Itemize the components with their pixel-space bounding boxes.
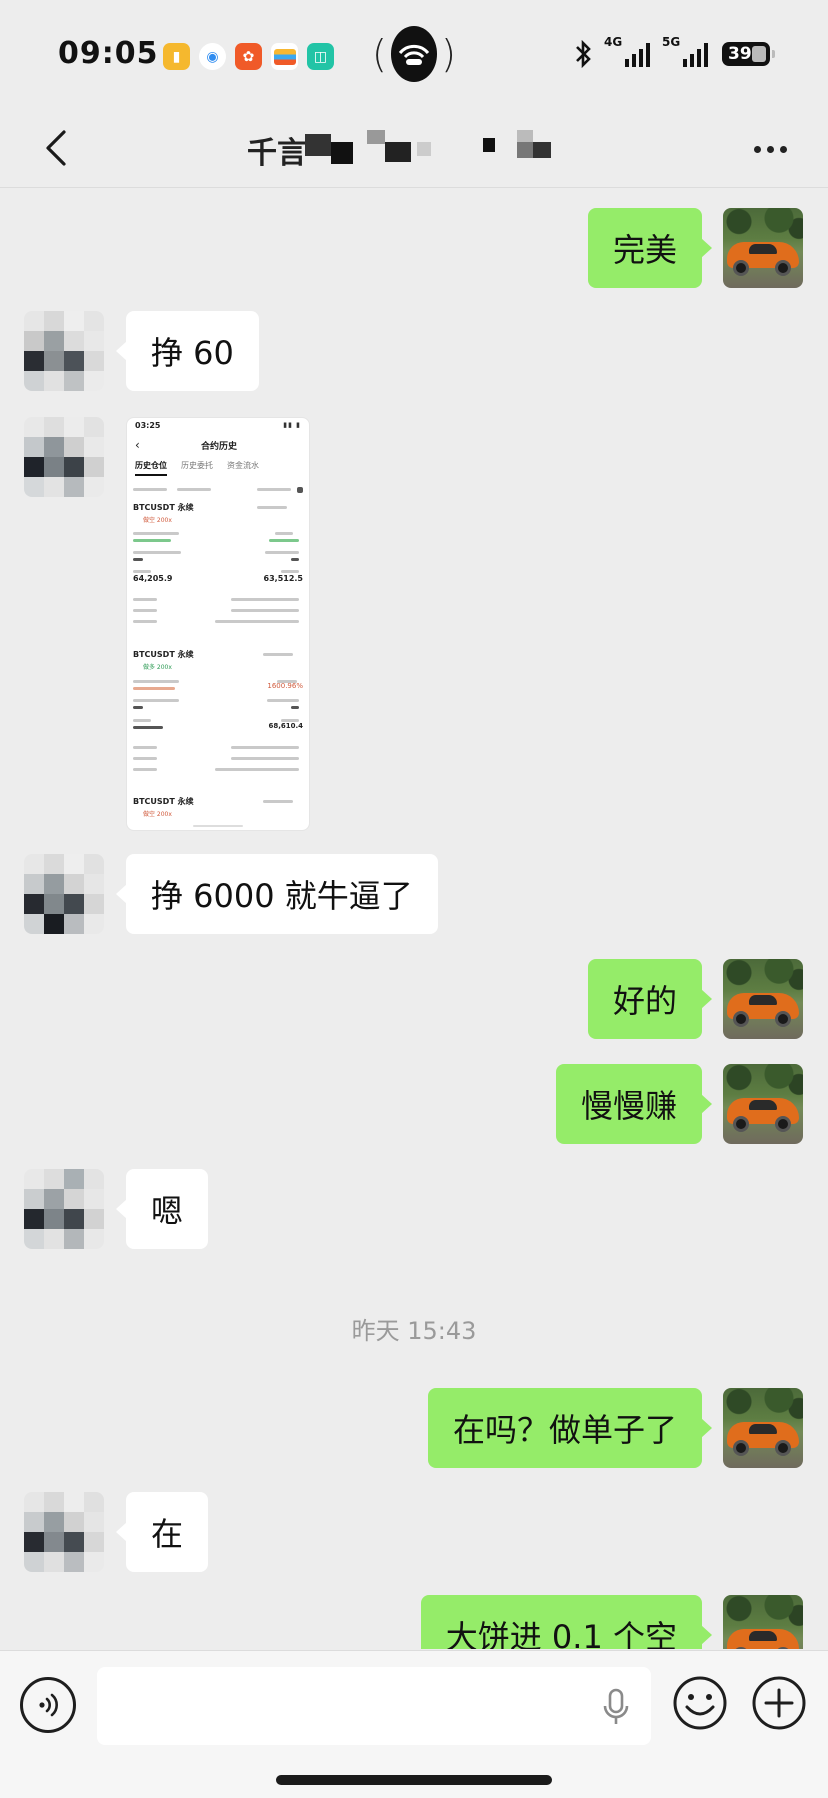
more-dots-icon [753,145,761,153]
message-bubble-other[interactable]: 在 [115,1492,209,1572]
message-row: 大饼进 0.1 个空 [0,1595,828,1649]
message-text: 在吗？做单子了 [452,1411,677,1449]
position-symbol: BTCUSDT 永续 [133,797,194,806]
message-bubble-other[interactable]: 嗯 [115,1169,209,1249]
contact-avatar[interactable] [24,417,104,497]
position-value: 68,610.4 [268,722,303,730]
screenshot-time: 03:25 [135,421,161,430]
message-text: 好的 [612,982,677,1020]
message-text: 完美 [612,231,677,269]
chat-header: 千言 [0,110,828,188]
notification-app-icons: ▮ ◉ ✿ ◫ [163,43,334,70]
message-input[interactable] [97,1667,651,1745]
message-bubble-other[interactable]: 挣 6000 就牛逼了 [116,854,438,934]
position-symbol: BTCUSDT 永续 [133,503,194,512]
contact-avatar[interactable] [24,1492,104,1572]
signal-5g-icon: 5G [662,35,708,67]
message-text: 挣 60 [151,334,234,372]
message-bubble-self[interactable]: 在吗？做单子了 [427,1388,713,1468]
message-text: 大饼进 0.1 个空 [445,1618,677,1649]
more-actions-button[interactable] [751,1675,807,1731]
self-avatar[interactable] [723,208,803,288]
status-bar: 09:05 ▮ ◉ ✿ ◫ ( ) 4G 5G 39 [0,0,828,110]
message-bubble-self[interactable]: 大饼进 0.1 个空 [420,1595,713,1649]
screenshot-tabs: 历史仓位 历史委托 资金流水 [135,460,259,476]
back-button[interactable] [26,118,86,178]
voice-mode-button[interactable] [20,1677,76,1733]
chevron-left-icon [46,130,66,166]
message-text: 嗯 [151,1192,184,1230]
message-bubble-self[interactable]: 慢慢赚 [555,1064,713,1144]
position-value: 1600.96% [267,682,303,690]
browser-app-icon: ◉ [199,43,226,70]
home-indicator[interactable] [276,1775,552,1785]
status-time: 09:05 [58,36,159,71]
microphone-icon [603,1688,629,1724]
screenshot-scroll-indicator [193,825,243,827]
position-side: 做空 200x [143,517,172,524]
self-avatar[interactable] [723,1064,803,1144]
screenshot-title: 合约历史 [200,442,237,452]
chat-title: 千言 [245,124,575,171]
message-row: 好的 [0,959,828,1039]
position-side: 做空 200x [143,811,172,818]
contact-avatar[interactable] [24,854,104,934]
emoji-icon [673,1676,727,1730]
battery-icon: 39 [722,42,775,66]
wallet-app-icon [271,43,298,70]
microphone-button[interactable] [598,1687,634,1727]
screenshot-filter-row [133,484,303,496]
message-text: 慢慢赚 [580,1087,677,1125]
screenshot-tab: 历史委托 [181,461,213,470]
position-value: 63,512.5 [263,574,303,583]
hotspot-icon [390,26,438,82]
message-text: 挣 6000 就牛逼了 [151,877,413,915]
chat-title-text: 千言 [247,136,307,171]
signal-4g-icon: 4G [604,35,650,67]
bluetooth-icon [576,40,591,68]
battery-level: 39 [728,44,752,64]
hotspot-indicator: ( ) [372,24,456,84]
title-redaction [305,128,565,168]
message-row: 慢慢赚 [0,1064,828,1144]
self-avatar[interactable] [723,1388,803,1468]
image-message[interactable]: 03:25 ▮▮ ▮ ‹ 合约历史 历史仓位 历史委托 资金流水 BTCUSDT… [126,417,310,831]
position-symbol: BTCUSDT 永续 [133,650,194,659]
voice-mode-icon [39,1693,58,1717]
chat-input-bar [0,1650,828,1798]
contact-avatar[interactable] [24,1169,104,1249]
position-value: 64,205.9 [133,574,173,583]
more-options-button[interactable] [740,124,800,174]
message-text: 在 [151,1515,184,1553]
emoji-button[interactable] [672,1675,728,1731]
message-row: 在吗？做单子了 [0,1388,828,1468]
message-row: 完美 [0,208,828,288]
screenshot-status-icons: ▮▮ ▮ [283,421,301,429]
status-indicators: 4G 5G 39 [574,35,775,68]
screenshot-tab: 资金流水 [227,461,259,470]
message-bubble-self[interactable]: 完美 [587,208,713,288]
message-list[interactable]: 完美 挣 60 03:25 ▮▮ ▮ ‹ 合约历史 历史仓位 历史委托 资金流水… [0,189,828,1649]
message-bubble-self[interactable]: 好的 [587,959,713,1039]
notes-app-icon: ▮ [163,43,190,70]
message-bubble-other[interactable]: 挣 60 [116,311,259,391]
self-avatar[interactable] [723,959,803,1039]
plus-icon [752,1676,806,1730]
position-side: 做多 200x [143,664,172,671]
contact-avatar[interactable] [24,311,104,391]
self-avatar[interactable] [723,1595,803,1649]
video-app-icon: ✿ [235,43,262,70]
mi-home-app-icon: ◫ [307,43,334,70]
screenshot-tab: 历史仓位 [135,460,167,476]
message-timestamp: 昨天 15:43 [351,1317,477,1345]
